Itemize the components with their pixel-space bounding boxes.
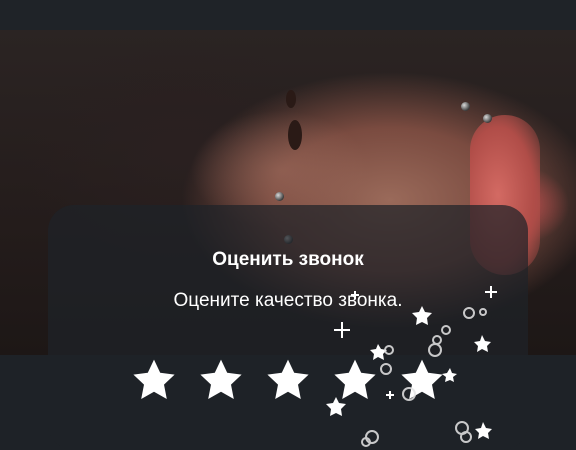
star-4-icon[interactable] xyxy=(331,356,379,404)
dialog-title: Оценить звонок xyxy=(212,249,364,270)
star-2-icon[interactable] xyxy=(197,356,245,404)
call-screen: Оценить звонок Оцените качество звонка. xyxy=(0,0,576,450)
star-rating xyxy=(130,355,446,405)
dialog-subtitle: Оцените качество звонка. xyxy=(173,290,403,311)
video-piercing xyxy=(461,102,470,111)
video-piercing xyxy=(483,114,492,123)
video-eye-left xyxy=(288,120,302,150)
star-5-icon[interactable] xyxy=(398,356,446,404)
star-1-icon[interactable] xyxy=(130,356,178,404)
star-3-icon[interactable] xyxy=(264,356,312,404)
video-eye-right xyxy=(286,90,296,108)
top-bar xyxy=(0,0,576,30)
rate-call-dialog xyxy=(48,205,528,450)
video-piercing xyxy=(275,192,284,201)
